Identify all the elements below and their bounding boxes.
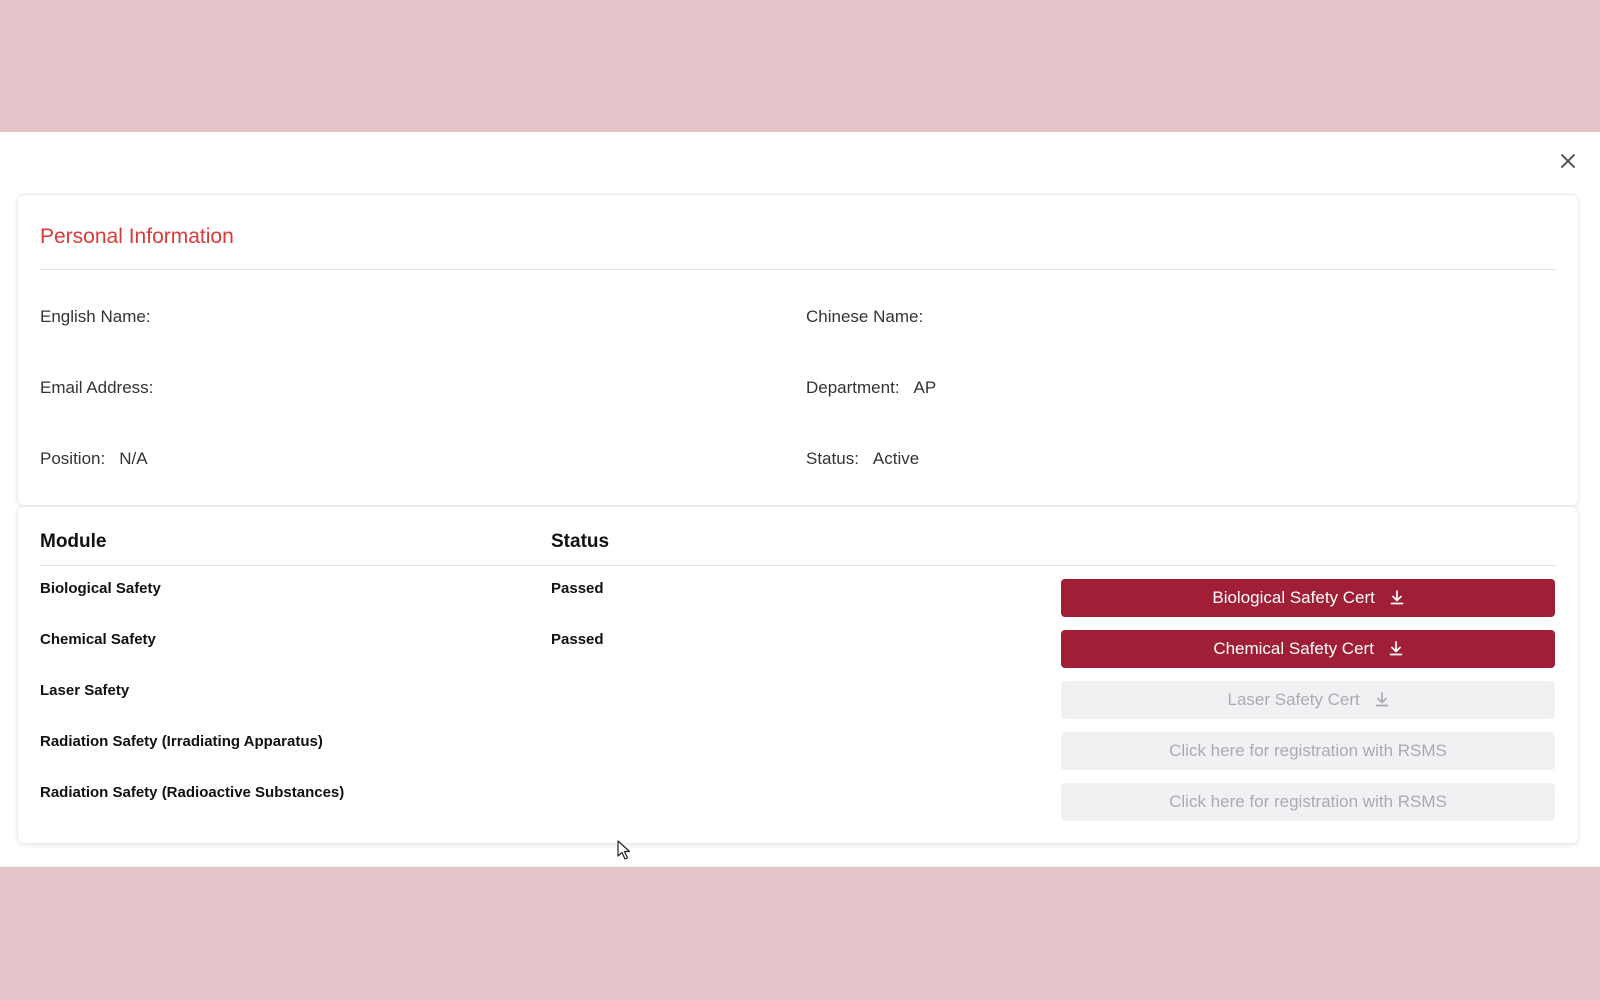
- rsms-registration-button-radioactive[interactable]: Click here for registration with RSMS: [1061, 783, 1555, 821]
- mouse-cursor-icon: [617, 840, 631, 860]
- module-status: Passed: [551, 631, 604, 648]
- download-icon: [1390, 590, 1403, 605]
- status-field: Status: Active: [806, 449, 919, 469]
- module-status: Passed: [551, 580, 604, 597]
- section-divider: [40, 269, 1556, 270]
- close-icon[interactable]: [1556, 150, 1580, 174]
- module-name: Biological Safety: [40, 580, 161, 597]
- module-name: Radiation Safety (Radioactive Substances…: [40, 784, 345, 801]
- table-header-divider: [40, 565, 1556, 566]
- personal-info-card: Personal Information English Name: Chine…: [18, 195, 1578, 505]
- position-label: Position:: [40, 449, 106, 468]
- button-label: Chemical Safety Cert: [1213, 639, 1374, 658]
- department-value: AP: [913, 378, 937, 397]
- email-label: Email Address:: [40, 378, 154, 397]
- module-name: Laser Safety: [40, 682, 130, 699]
- download-icon: [1375, 692, 1388, 707]
- button-label: Laser Safety Cert: [1227, 690, 1360, 709]
- chemical-safety-cert-button[interactable]: Chemical Safety Cert: [1061, 630, 1555, 668]
- status-value: Active: [872, 449, 920, 468]
- chinese-name-label: Chinese Name:: [806, 307, 924, 326]
- button-label: Biological Safety Cert: [1212, 588, 1375, 607]
- module-name: Radiation Safety (Irradiating Apparatus): [40, 733, 323, 750]
- status-label: Status:: [806, 449, 859, 468]
- email-field: Email Address:: [40, 378, 167, 398]
- english-name-field: English Name:: [40, 307, 165, 327]
- chinese-name-field: Chinese Name:: [806, 307, 937, 327]
- modules-card: Module Status Biological Safety Passed B…: [18, 507, 1578, 843]
- position-value: N/A: [119, 449, 148, 468]
- department-label: Department:: [806, 378, 900, 397]
- close-icon-glyph: [1561, 154, 1575, 168]
- department-field: Department: AP: [806, 378, 936, 398]
- rsms-registration-button-irradiating[interactable]: Click here for registration with RSMS: [1061, 732, 1555, 770]
- laser-safety-cert-button[interactable]: Laser Safety Cert: [1061, 681, 1555, 719]
- biological-safety-cert-button[interactable]: Biological Safety Cert: [1061, 579, 1555, 617]
- english-name-label: English Name:: [40, 307, 151, 326]
- module-column-header: Module: [40, 531, 107, 552]
- button-label: Click here for registration with RSMS: [1169, 792, 1447, 811]
- section-title: Personal Information: [40, 225, 234, 248]
- status-column-header: Status: [551, 531, 610, 552]
- download-icon: [1389, 641, 1403, 656]
- position-field: Position: N/A: [40, 449, 148, 469]
- button-label: Click here for registration with RSMS: [1169, 741, 1447, 760]
- module-name: Chemical Safety: [40, 631, 156, 648]
